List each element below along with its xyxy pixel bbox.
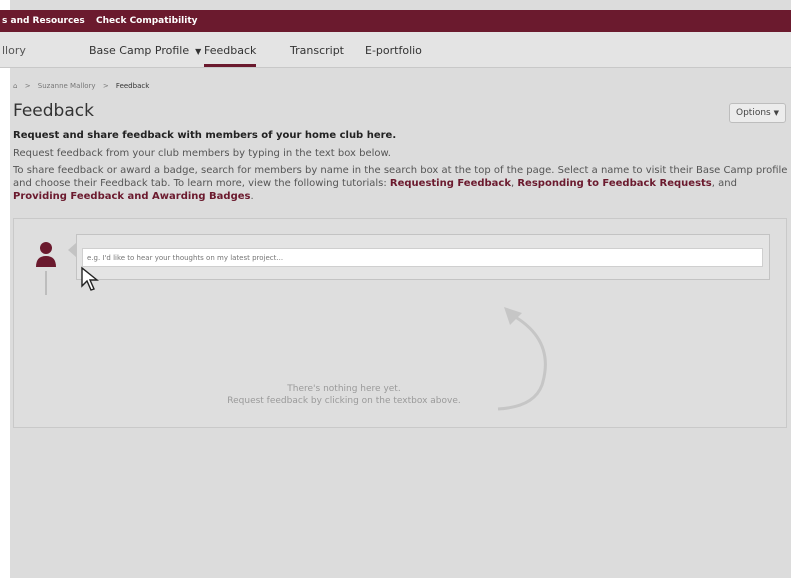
empty-state-title: There's nothing here yet. <box>287 384 401 394</box>
requesting-feedback-link[interactable]: Requesting Feedback <box>390 178 511 189</box>
home-icon[interactable]: ⌂ <box>13 82 17 90</box>
check-compatibility-link[interactable]: Check Compatibility <box>96 16 198 26</box>
tab-partial[interactable]: llory <box>2 44 26 57</box>
screen: s and Resources Check Compatibility llor… <box>0 0 791 578</box>
feedback-panel: There's nothing here yet. Request feedba… <box>13 218 787 428</box>
resources-link[interactable]: s and Resources <box>2 16 85 26</box>
options-button[interactable]: Options ▼ <box>729 103 786 123</box>
responding-to-feedback-link[interactable]: Responding to Feedback Requests <box>517 178 711 189</box>
tab-label: Base Camp Profile <box>89 44 190 57</box>
breadcrumb-current: Feedback <box>115 82 150 90</box>
timeline-line <box>45 271 47 295</box>
providing-feedback-link[interactable]: Providing Feedback and Awarding Badges <box>13 191 250 202</box>
top-navigation-bar: s and Resources Check Compatibility <box>0 10 791 32</box>
caret-down-icon: ▼ <box>773 109 779 117</box>
mouse-pointer-icon <box>81 266 99 291</box>
empty-state-hint: Request feedback by clicking on the text… <box>227 396 461 406</box>
tab-feedback[interactable]: Feedback <box>204 44 257 67</box>
breadcrumb: ⌂ > Suzanne Mallory > Feedback <box>13 82 154 90</box>
breadcrumb-separator: > <box>102 82 109 90</box>
breadcrumb-separator: > <box>24 82 31 90</box>
intro-instruction: Request feedback from your club members … <box>13 148 391 159</box>
user-icon <box>36 242 56 267</box>
intro-heading: Request and share feedback with members … <box>13 130 397 141</box>
breadcrumb-user-link[interactable]: Suzanne Mallory <box>38 82 96 90</box>
tutorials-paragraph: To share feedback or award a badge, sear… <box>13 165 788 202</box>
feedback-composer <box>68 234 770 280</box>
tab-base-camp-profile[interactable]: Base Camp Profile ▼ <box>89 44 201 57</box>
feedback-request-input[interactable] <box>82 248 763 267</box>
options-label: Options <box>736 108 771 118</box>
tab-transcript[interactable]: Transcript <box>290 44 344 57</box>
profile-tabs: llory Base Camp Profile ▼ Feedback Transc… <box>0 32 791 68</box>
page-title: Feedback <box>13 101 94 121</box>
tab-e-portfolio[interactable]: E-portfolio <box>365 44 422 57</box>
caret-down-icon: ▼ <box>195 47 202 56</box>
empty-state: There's nothing here yet. Request feedba… <box>14 383 674 407</box>
